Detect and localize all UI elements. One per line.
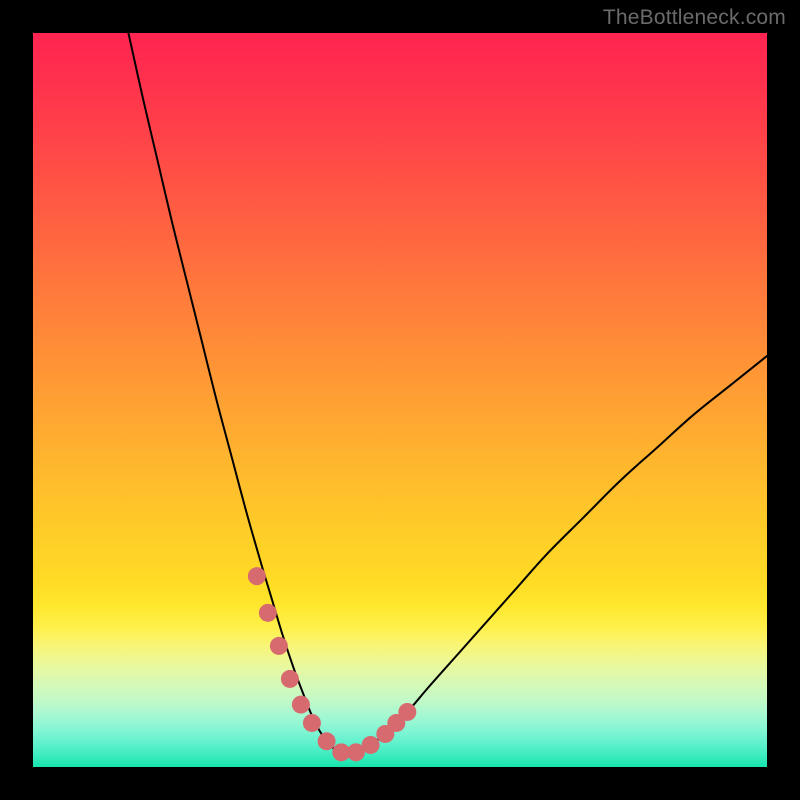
highlight-dot bbox=[318, 732, 336, 750]
highlight-dot bbox=[303, 714, 321, 732]
chart-stage: TheBottleneck.com bbox=[0, 0, 800, 800]
highlight-dot bbox=[259, 604, 277, 622]
bottleneck-curve bbox=[128, 33, 767, 753]
highlight-markers bbox=[248, 567, 416, 761]
highlight-dot bbox=[398, 703, 416, 721]
highlight-dot bbox=[270, 637, 288, 655]
plot-svg bbox=[33, 33, 767, 767]
highlight-dot bbox=[362, 736, 380, 754]
highlight-dot bbox=[281, 670, 299, 688]
highlight-dot bbox=[248, 567, 266, 585]
watermark-text: TheBottleneck.com bbox=[603, 6, 786, 30]
highlight-dot bbox=[292, 696, 310, 714]
